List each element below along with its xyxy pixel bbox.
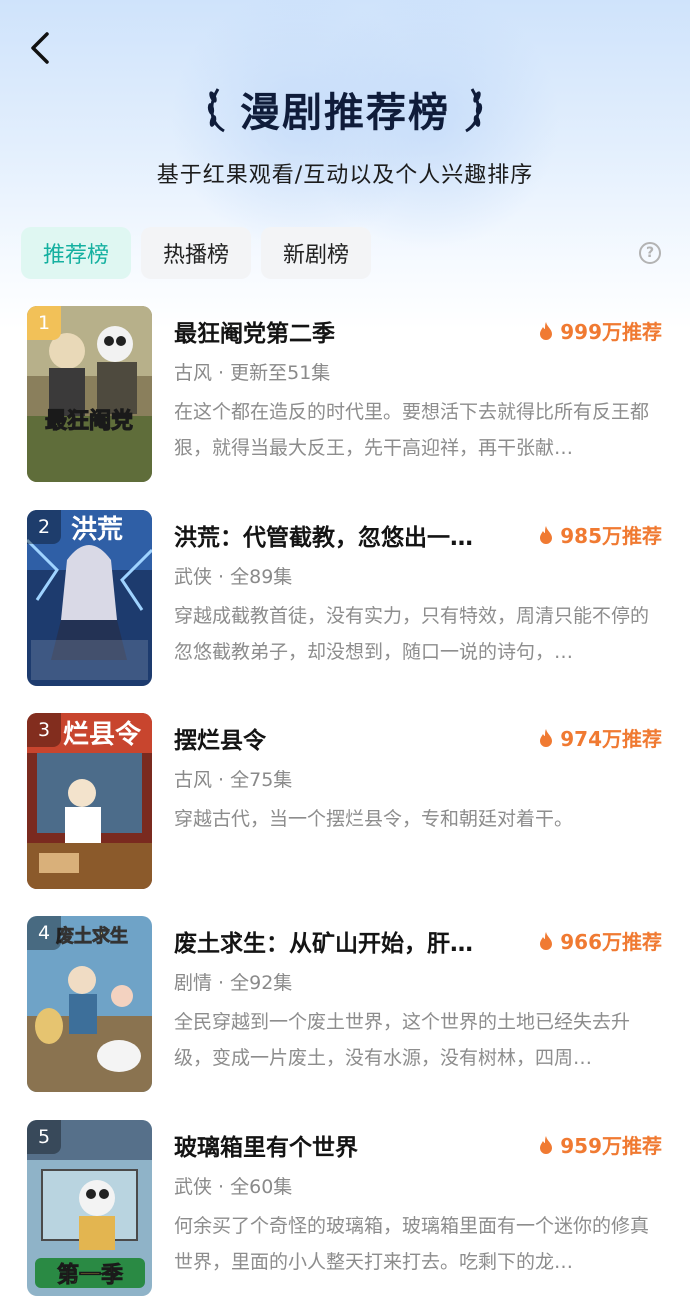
cover-image: 洪荒 2 bbox=[27, 510, 152, 686]
laurel-left-icon bbox=[207, 88, 225, 133]
drama-description: 何余买了个奇怪的玻璃箱，玻璃箱里面有一个迷你的修真世界，里面的小人整天打来打去。… bbox=[174, 1215, 650, 1273]
svg-text:洪荒: 洪荒 bbox=[71, 515, 123, 545]
fire-icon bbox=[540, 321, 553, 340]
cover-image: 第一季 5 bbox=[27, 1120, 152, 1296]
drama-title: 洪荒：代管截教，忽悠出一… bbox=[174, 525, 473, 551]
drama-description: 在这个都在造反的时代里。要想活下去就得比所有反王都狠，就得当最大反王，先干高迎祥… bbox=[174, 401, 650, 459]
cover-image: 烂县令 3 bbox=[27, 713, 152, 889]
rank-badge: 5 bbox=[27, 1120, 61, 1154]
tab-hot[interactable]: 热播榜 bbox=[141, 227, 252, 279]
rank-badge: 2 bbox=[27, 510, 61, 544]
fire-icon bbox=[540, 931, 553, 950]
back-button[interactable] bbox=[22, 26, 58, 70]
page-title: 漫剧推荐榜 bbox=[240, 90, 450, 136]
drama-title: 废土求生：从矿山开始，肝… bbox=[174, 931, 473, 957]
fire-icon bbox=[540, 525, 553, 544]
rank-badge: 3 bbox=[27, 713, 61, 747]
page-subtitle: 基于红果观看/互动以及个人兴趣排序 bbox=[156, 163, 534, 188]
tab-new[interactable]: 新剧榜 bbox=[261, 227, 372, 279]
drama-meta: 武侠 · 全60集 bbox=[174, 1176, 293, 1198]
drama-meta: 武侠 · 全89集 bbox=[174, 566, 293, 588]
recommend-count: 959万推荐 bbox=[538, 1130, 662, 1159]
page-title-row: 漫剧推荐榜 bbox=[0, 78, 690, 140]
rank-badge: 1 bbox=[27, 306, 61, 340]
list-item[interactable]: 洪荒 2 洪荒：代管截教，忽悠出一… 985万推荐 武侠 · 全89集 穿越成截… bbox=[0, 510, 690, 688]
svg-text:烂县令: 烂县令 bbox=[63, 719, 142, 750]
list-item[interactable]: 废土求生 4 废土求生：从矿山开始，肝… 966万推荐 剧情 · 全92集 全民… bbox=[0, 916, 690, 1094]
svg-text:废土求生: 废土求生 bbox=[56, 925, 128, 947]
recommend-count: 974万推荐 bbox=[538, 723, 662, 752]
list-item[interactable]: 第一季 5 玻璃箱里有个世界 959万推荐 武侠 · 全60集 何余买了个奇怪的… bbox=[0, 1120, 690, 1298]
fire-icon bbox=[540, 728, 553, 747]
drama-description: 全民穿越到一个废土世界，这个世界的土地已经失去升级，变成一片废土，没有水源，没有… bbox=[174, 1011, 631, 1069]
svg-text:第一季: 第一季 bbox=[57, 1262, 123, 1288]
fire-icon bbox=[540, 1135, 553, 1154]
tab-recommend[interactable]: 推荐榜 bbox=[21, 227, 132, 279]
drama-meta: 古风 · 更新至51集 bbox=[174, 362, 331, 384]
cover-image: 最狂阉党 1 bbox=[27, 306, 152, 482]
rank-badge: 4 bbox=[27, 916, 61, 950]
drama-title: 摆烂县令 bbox=[174, 728, 266, 754]
recommend-count: 999万推荐 bbox=[538, 316, 662, 345]
recommend-count: 966万推荐 bbox=[538, 926, 662, 955]
drama-meta: 古风 · 全75集 bbox=[174, 769, 293, 791]
drama-title: 最狂阉党第二季 bbox=[174, 321, 335, 347]
drama-title: 玻璃箱里有个世界 bbox=[174, 1135, 358, 1161]
cover-image: 废土求生 4 bbox=[27, 916, 152, 1092]
drama-description: 穿越古代，当一个摆烂县令，专和朝廷对着干。 bbox=[174, 808, 574, 830]
ranking-tabs: 推荐榜 热播榜 新剧榜 bbox=[21, 227, 372, 279]
drama-meta: 剧情 · 全92集 bbox=[174, 972, 293, 994]
laurel-right-icon bbox=[465, 88, 483, 133]
list-item[interactable]: 最狂阉党 1 最狂阉党第二季 999万推荐 古风 · 更新至51集 在这个都在造… bbox=[0, 306, 690, 484]
drama-description: 穿越成截教首徒，没有实力，只有特效，周清只能不停的忽悠截教弟子，却没想到，随口一… bbox=[174, 605, 650, 663]
help-icon[interactable]: ? bbox=[639, 242, 661, 264]
chevron-left-icon bbox=[31, 32, 49, 64]
svg-text:最狂阉党: 最狂阉党 bbox=[45, 408, 133, 434]
list-item[interactable]: 烂县令 3 摆烂县令 974万推荐 古风 · 全75集 穿越古代，当一个摆烂县令… bbox=[0, 713, 690, 891]
recommend-count: 985万推荐 bbox=[538, 520, 662, 549]
